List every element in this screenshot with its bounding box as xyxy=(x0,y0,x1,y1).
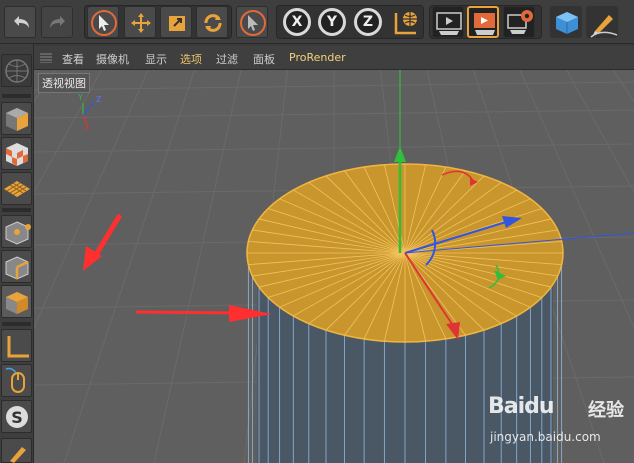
axis-label-x: X xyxy=(84,123,90,132)
menu-prorender[interactable]: ProRender xyxy=(289,51,346,64)
menu-options[interactable]: 选项 xyxy=(180,51,202,67)
perspective-viewport[interactable]: Y Z X 透视视图 Baidu 经验 jingyan.baidu.com xyxy=(34,70,634,463)
rotate-tool-button[interactable] xyxy=(196,6,228,38)
view-name-label: 透视视图 xyxy=(38,73,90,93)
watermark-brand: Baidu xyxy=(488,394,555,419)
move-icon xyxy=(131,13,151,33)
menu-display[interactable]: 显示 xyxy=(145,51,167,67)
sculpt-icon xyxy=(10,447,26,463)
viewport-menubar: 查看 摄像机 显示 选项 过滤 面板 ProRender xyxy=(34,46,634,70)
annotation-arrow-right xyxy=(135,305,272,322)
redo-icon xyxy=(50,16,65,28)
watermark-brand-cn: 经验 xyxy=(588,400,624,421)
texture-mode-button[interactable] xyxy=(1,137,32,170)
world-coordinate-icon xyxy=(394,12,417,35)
snap-button[interactable]: S xyxy=(1,400,32,433)
z-axis-icon: Z xyxy=(362,14,374,30)
menu-filter[interactable]: 过滤 xyxy=(216,51,238,67)
make-editable-button[interactable] xyxy=(1,54,32,87)
render-settings-button[interactable] xyxy=(503,6,535,38)
menu-view[interactable]: 查看 xyxy=(62,51,84,67)
workplane-mode-button[interactable] xyxy=(1,172,32,205)
spline-pen-button[interactable] xyxy=(586,6,618,38)
coordinate-system-button[interactable] xyxy=(388,6,420,38)
menu-panel[interactable]: 面板 xyxy=(253,51,275,67)
svg-text:S: S xyxy=(11,408,23,427)
baidu-watermark: Baidu 经验 jingyan.baidu.com xyxy=(488,390,634,463)
live-select-icon xyxy=(240,10,266,36)
points-mode-icon xyxy=(5,221,31,245)
axis-mode-icon xyxy=(7,336,29,358)
x-axis-icon: X xyxy=(291,14,303,30)
x-axis-lock-button[interactable]: X xyxy=(283,8,311,36)
axis-label-y: Y xyxy=(77,93,83,102)
axis-label-z: Z xyxy=(96,95,102,104)
edges-mode-icon xyxy=(5,256,29,280)
rotate-icon xyxy=(204,14,222,32)
live-select-button[interactable] xyxy=(236,6,268,38)
workplane-icon xyxy=(4,181,30,197)
model-mode-button[interactable] xyxy=(1,102,32,135)
undo-icon xyxy=(14,16,29,28)
edges-mode-button[interactable] xyxy=(1,250,32,283)
undo-button[interactable] xyxy=(4,6,36,38)
polygons-mode-button[interactable] xyxy=(1,285,32,318)
select-arrow-icon xyxy=(91,10,117,36)
move-tool-button[interactable] xyxy=(124,6,156,38)
tweak-mode-button[interactable] xyxy=(1,364,32,397)
mode-sidebar: S xyxy=(0,44,34,463)
model-mode-icon xyxy=(6,108,28,131)
render-view-icon xyxy=(436,12,462,35)
sculpt-button[interactable] xyxy=(1,438,32,463)
render-settings-icon xyxy=(507,10,533,34)
render-picture-viewer-icon xyxy=(474,13,495,35)
pen-icon xyxy=(590,15,618,38)
menu-cameras[interactable]: 摄像机 xyxy=(96,51,129,67)
y-axis-lock-button[interactable]: Y xyxy=(318,8,346,36)
select-tool-button[interactable] xyxy=(87,6,119,38)
cube-icon xyxy=(556,12,578,34)
z-axis-lock-button[interactable]: Z xyxy=(354,8,382,36)
axis-mode-button[interactable] xyxy=(1,329,32,362)
redo-button[interactable] xyxy=(41,6,73,38)
points-mode-button[interactable] xyxy=(1,215,32,248)
make-editable-icon xyxy=(5,59,29,83)
polygons-mode-icon xyxy=(6,292,28,314)
scale-tool-button[interactable] xyxy=(160,6,192,38)
tweak-mouse-icon xyxy=(5,367,25,393)
watermark-url: jingyan.baidu.com xyxy=(490,430,601,444)
scale-icon xyxy=(169,16,185,31)
add-cube-button[interactable] xyxy=(550,6,582,38)
snap-icon: S xyxy=(6,406,28,428)
view-axis-indicator: Y Z X xyxy=(77,93,102,132)
annotation-arrow-left xyxy=(83,213,123,271)
render-picture-viewer-button[interactable] xyxy=(467,6,499,38)
render-view-button[interactable] xyxy=(432,6,464,38)
y-axis-icon: Y xyxy=(326,14,338,30)
texture-mode-icon xyxy=(6,143,28,166)
menu-grip-icon xyxy=(40,53,52,63)
main-toolbar: X Y Z xyxy=(0,0,634,44)
